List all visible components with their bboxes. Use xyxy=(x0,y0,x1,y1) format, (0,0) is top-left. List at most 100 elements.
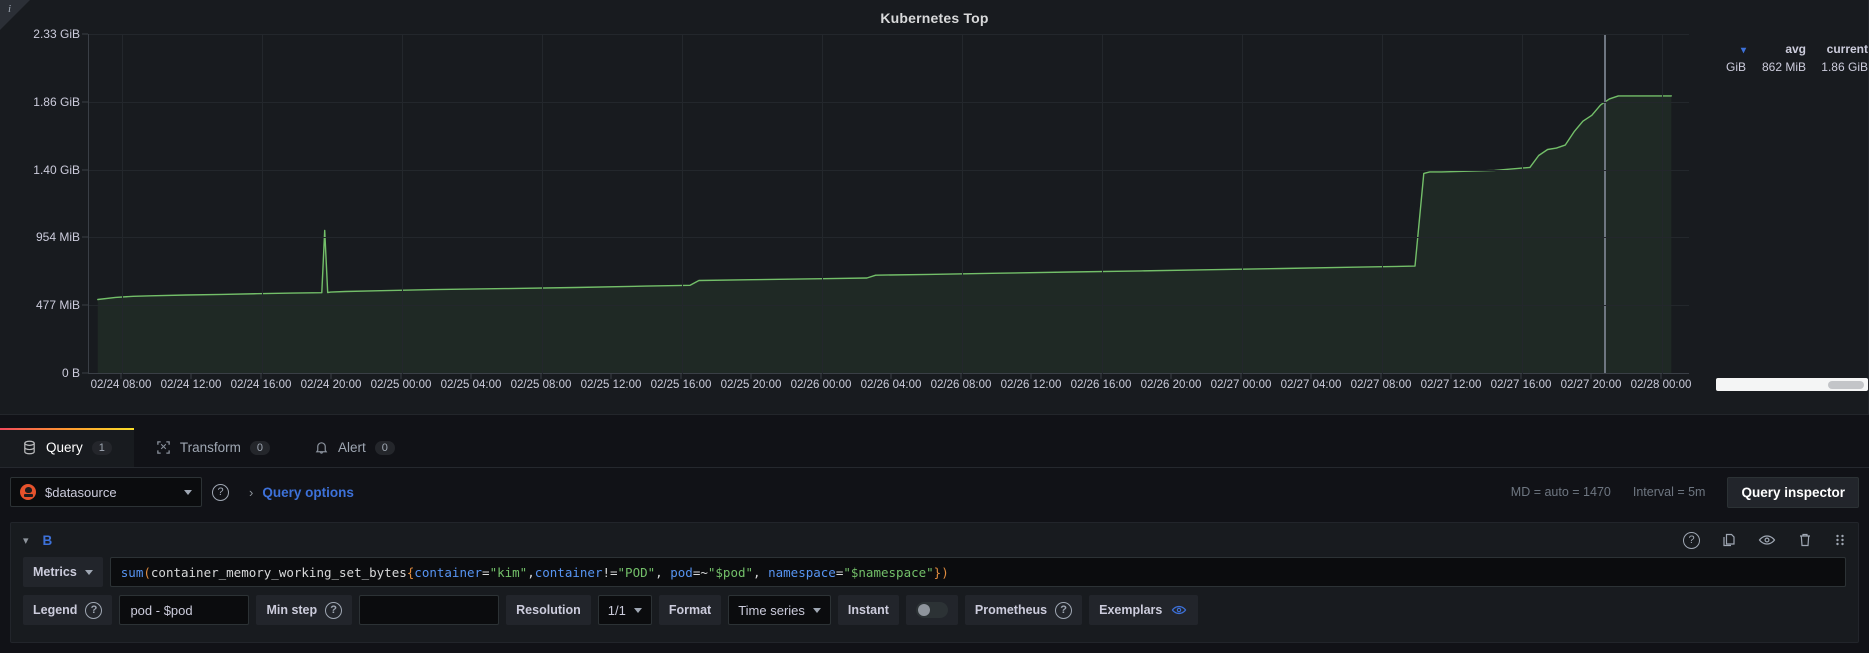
help-circle-icon[interactable]: ? xyxy=(1055,602,1072,619)
legend-header-0[interactable]: ▾ xyxy=(1688,40,1746,58)
scrollbar-thumb[interactable] xyxy=(1828,381,1864,389)
x-axis-tick-label: 02/25 16:00 xyxy=(651,379,712,391)
query-expression-input[interactable]: sum(container_memory_working_set_bytes{c… xyxy=(110,557,1846,587)
x-axis-tick-label: 02/24 12:00 xyxy=(161,379,222,391)
help-circle-icon[interactable]: ? xyxy=(212,484,229,501)
tab-transform[interactable]: Transform 0 xyxy=(134,428,292,467)
expression-token: container xyxy=(535,565,603,580)
legend-header-row: ▾ avg current xyxy=(1688,40,1868,58)
legend-value-avg: 862 MiB xyxy=(1746,58,1806,76)
metrics-row: Metrics sum(container_memory_working_set… xyxy=(11,557,1858,587)
x-axis-tick-mark xyxy=(891,374,892,379)
resolution-select[interactable]: 1/1 xyxy=(598,595,652,625)
query-header: ▾ B ? xyxy=(11,523,1858,557)
chevron-down-icon[interactable] xyxy=(813,608,821,613)
y-axis-tick-label: 2.33 GiB xyxy=(33,27,80,41)
gridline-vertical xyxy=(262,34,263,374)
expression-token: namespace xyxy=(768,565,836,580)
legend-value-0: GiB xyxy=(1688,58,1746,76)
resolution-value: 1/1 xyxy=(608,603,626,618)
horizontal-scrollbar[interactable] xyxy=(1716,378,1868,391)
format-label: Format xyxy=(659,595,721,625)
x-axis-tick-label: 02/26 08:00 xyxy=(931,379,992,391)
grafana-panel-editor: i Kubernetes Top 2.33 GiB1.86 GiB1.40 Gi… xyxy=(0,0,1869,653)
datasource-name: $datasource xyxy=(45,485,175,500)
x-axis-tick-mark xyxy=(1031,374,1032,379)
x-axis-tick-label: 02/26 20:00 xyxy=(1141,379,1202,391)
expression-token: "POD" xyxy=(618,565,656,580)
x-axis-tick-label: 02/24 16:00 xyxy=(231,379,292,391)
expression-token: != xyxy=(602,565,617,580)
exemplars-source-label: Prometheus ? xyxy=(965,595,1082,625)
chart-panel: i Kubernetes Top 2.33 GiB1.86 GiB1.40 Gi… xyxy=(0,0,1869,415)
legend-input[interactable]: pod - $pod xyxy=(119,595,249,625)
chevron-down-icon[interactable] xyxy=(184,490,192,495)
plot-canvas[interactable] xyxy=(88,34,1688,374)
exemplars-toggle[interactable]: Exemplars xyxy=(1089,595,1198,625)
instant-toggle[interactable] xyxy=(916,602,948,618)
duplicate-icon[interactable] xyxy=(1721,532,1737,548)
query-editor-b: ▾ B ? xyxy=(10,522,1859,643)
transform-icon xyxy=(156,440,171,455)
y-axis-tick-label: 1.40 GiB xyxy=(33,163,80,177)
help-circle-icon[interactable]: ? xyxy=(1683,532,1700,549)
x-axis-tick-mark xyxy=(961,374,962,379)
gridline-horizontal xyxy=(89,237,1689,238)
legend-header-current[interactable]: current xyxy=(1806,40,1868,58)
help-circle-icon[interactable]: ? xyxy=(85,602,102,619)
eye-icon[interactable] xyxy=(1758,532,1776,548)
bell-icon xyxy=(314,440,329,455)
x-axis-tick-mark xyxy=(1521,374,1522,379)
expression-token: container xyxy=(414,565,482,580)
chevron-down-icon[interactable]: ▾ xyxy=(23,534,29,547)
x-axis-tick-mark xyxy=(471,374,472,379)
plot-area: 2.33 GiB1.86 GiB1.40 GiB954 MiB477 MiB0 … xyxy=(0,34,1869,384)
x-axis-tick-mark xyxy=(1661,374,1662,379)
instant-toggle-wrap[interactable] xyxy=(906,595,958,625)
x-axis-tick-label: 02/28 00:00 xyxy=(1631,379,1692,391)
eye-icon[interactable] xyxy=(1170,603,1188,617)
format-select[interactable]: Time series xyxy=(728,595,831,625)
x-axis-tick-label: 02/27 08:00 xyxy=(1351,379,1412,391)
x-axis-tick-label: 02/25 20:00 xyxy=(721,379,782,391)
y-axis-tick-label: 954 MiB xyxy=(36,230,80,244)
chevron-down-icon[interactable] xyxy=(85,570,93,575)
min-step-label-text: Min step xyxy=(266,603,317,617)
x-axis-baseline xyxy=(89,373,1689,374)
expression-token: "$namespace" xyxy=(843,565,933,580)
x-axis-tick-mark xyxy=(191,374,192,379)
tab-query[interactable]: Query 1 xyxy=(0,428,134,467)
x-axis-tick-label: 02/26 12:00 xyxy=(1001,379,1062,391)
query-name[interactable]: B xyxy=(43,533,53,548)
gridline-vertical xyxy=(402,34,403,374)
x-axis-tick-mark xyxy=(1591,374,1592,379)
tab-query-label: Query xyxy=(46,440,83,455)
x-axis-tick-label: 02/24 20:00 xyxy=(301,379,362,391)
cursor-annotation-line xyxy=(1604,34,1606,374)
chevron-right-icon[interactable]: › xyxy=(249,485,253,500)
legend-value-row: GiB 862 MiB 1.86 GiB xyxy=(1688,58,1868,76)
tab-transform-count: 0 xyxy=(250,441,270,455)
expression-token: container_memory_working_set_bytes xyxy=(151,565,407,580)
help-circle-icon[interactable]: ? xyxy=(325,602,342,619)
legend-header-avg[interactable]: avg xyxy=(1746,40,1806,58)
tab-alert-label: Alert xyxy=(338,440,366,455)
query-options-label: Query options xyxy=(262,485,354,500)
datasource-picker[interactable]: $datasource xyxy=(10,477,202,507)
tab-alert[interactable]: Alert 0 xyxy=(292,428,417,467)
metrics-selector[interactable]: Metrics xyxy=(23,557,103,587)
chevron-down-icon[interactable] xyxy=(634,608,642,613)
gridline-horizontal xyxy=(89,170,1689,171)
x-axis-tick-mark xyxy=(681,374,682,379)
query-inspector-button[interactable]: Query inspector xyxy=(1727,477,1859,508)
query-options-toggle[interactable]: › Query options xyxy=(249,485,354,500)
metrics-label: Metrics xyxy=(33,565,77,579)
trash-icon[interactable] xyxy=(1797,532,1813,548)
min-step-input[interactable] xyxy=(359,595,499,625)
gridline-vertical xyxy=(1102,34,1103,374)
x-axis-tick-label: 02/24 08:00 xyxy=(91,379,152,391)
drag-handle-icon[interactable] xyxy=(1834,532,1846,548)
datasource-row-right: MD = auto = 1470 Interval = 5m Query ins… xyxy=(1511,477,1859,508)
x-axis-tick-mark xyxy=(1311,374,1312,379)
y-axis-tick-label: 1.86 GiB xyxy=(33,95,80,109)
